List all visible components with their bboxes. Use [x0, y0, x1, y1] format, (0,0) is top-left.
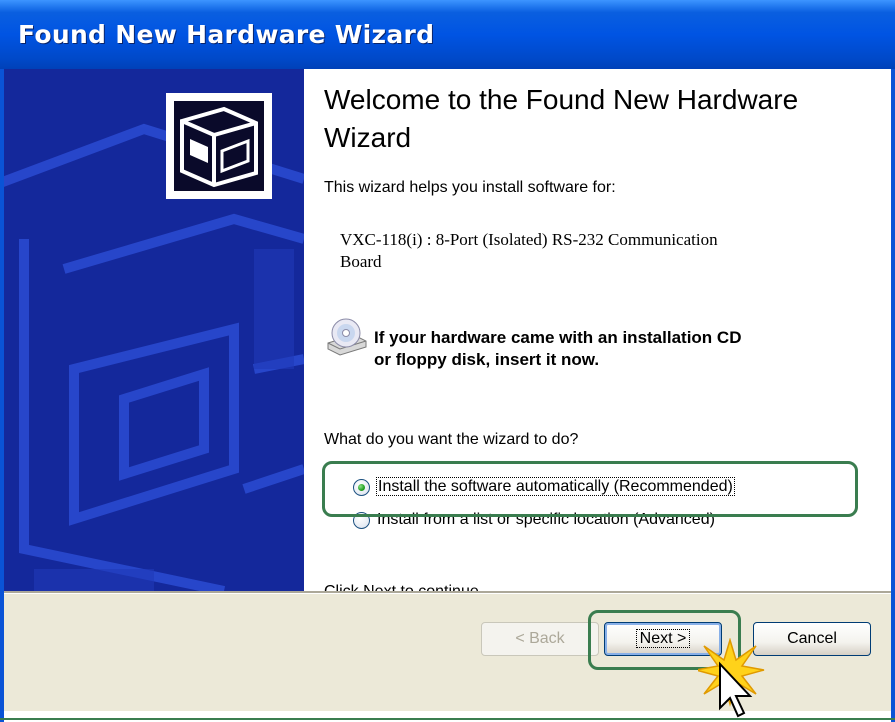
cd-drive-icon [327, 318, 367, 356]
device-name-line2: Board [340, 252, 382, 271]
title-bar[interactable]: Found New Hardware Wizard [0, 0, 895, 69]
cancel-button[interactable]: Cancel [753, 622, 871, 656]
window-title: Found New Hardware Wizard [18, 20, 435, 49]
intro-text: This wizard helps you install software f… [324, 179, 616, 196]
cd-instruction-line1: If your hardware came with an installati… [374, 328, 742, 347]
question-text: What do you want the wizard to do? [324, 431, 579, 448]
click-indicator [698, 638, 765, 718]
option-highlight-frame [322, 461, 858, 517]
wizard-heading: Welcome to the Found New Hardware Wizard [324, 84, 799, 153]
cd-instruction-line2: or floppy disk, insert it now. [374, 350, 600, 369]
bottom-border-line [0, 718, 895, 720]
button-bar-separator [4, 591, 891, 594]
wizard-side-panel [4, 69, 304, 591]
device-name-line1: VXC-118(i) : 8-Port (Isolated) RS-232 Co… [340, 230, 718, 249]
window-edge-right [891, 69, 895, 722]
back-button[interactable]: < Back [481, 622, 599, 656]
hardware-icon [166, 93, 272, 199]
